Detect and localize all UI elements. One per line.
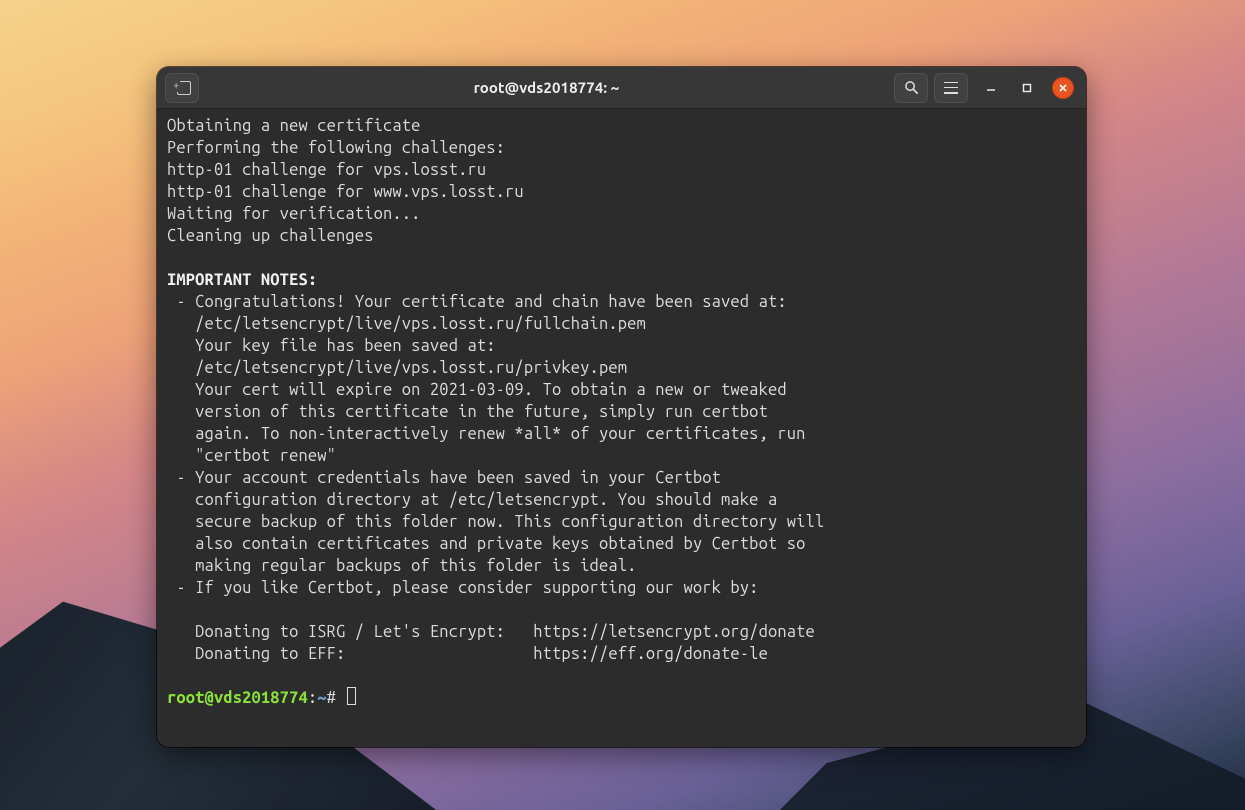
minimize-button[interactable] [980,77,1002,99]
prompt-symbol: # [327,689,346,707]
search-icon [904,80,919,95]
terminal-window: root@vds2018774: ~ [157,67,1086,747]
maximize-button[interactable] [1016,77,1038,99]
hamburger-icon [944,82,958,94]
maximize-icon [1022,83,1032,93]
prompt-user: root@vds2018774 [167,689,308,707]
window-title: root@vds2018774: ~ [205,79,888,96]
window-controls [980,77,1074,99]
new-tab-icon [174,81,190,95]
notes-heading: IMPORTANT NOTES: [167,271,317,289]
prompt-sep: : [308,689,317,707]
terminal-output[interactable]: Obtaining a new certificate Performing t… [157,109,1086,747]
close-icon [1058,83,1068,93]
search-button[interactable] [894,73,928,103]
minimize-icon [986,83,996,93]
output-intro: Obtaining a new certificate Performing t… [167,117,524,245]
prompt-path: ~ [317,689,326,707]
close-button[interactable] [1052,77,1074,99]
menu-button[interactable] [934,73,968,103]
cursor [347,687,356,705]
new-tab-button[interactable] [165,73,199,103]
output-notes: - Congratulations! Your certificate and … [167,293,824,663]
titlebar[interactable]: root@vds2018774: ~ [157,67,1086,109]
